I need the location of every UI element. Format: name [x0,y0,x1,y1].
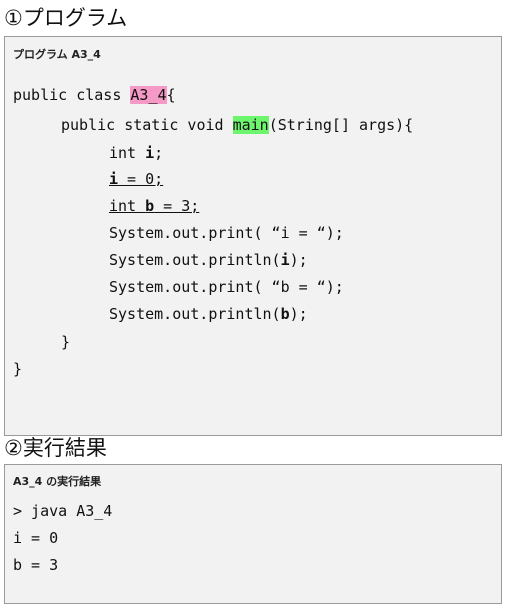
main-method-highlight: main [232,116,269,134]
output-line: > java A3_4 [13,502,113,520]
code-line-declare-b: int b = 3; [109,194,199,218]
output-line: i = 0 [13,529,59,547]
var-i: i [109,170,119,188]
program-box: プログラム A3_4 public class A3_4{ public sta… [4,36,502,436]
var-i: i [145,144,155,162]
result-box-title: A3_4 の実行結果 [13,475,102,488]
var-i: i [280,251,290,269]
program-heading: ①プログラム [4,6,128,30]
code-line-class: public class A3_4{ [13,83,176,107]
code-text: ; [154,144,164,162]
code-text: System.out.println( [109,305,281,323]
code-line-close-method: } [61,333,71,351]
code-keyword: public static void [61,116,233,134]
result-box: A3_4 の実行結果 > java A3_4 i = 0 b = 3 [4,464,502,604]
code-line-close-class: } [13,360,23,378]
code-keyword: public class [13,86,131,104]
code-line-println-b: System.out.println(b); [109,302,308,326]
code-text: = 0; [118,170,164,188]
code-line-println-i: System.out.println(i); [109,248,308,272]
class-name-highlight: A3_4 [130,86,167,104]
code-line-assign-i: i = 0; [109,167,163,191]
code-text: ); [289,305,308,323]
var-b: b [145,197,155,215]
var-b: b [280,305,290,323]
code-text: ); [289,251,308,269]
output-line: b = 3 [13,556,59,574]
code-line-print-i-label: System.out.print( “i = “); [109,224,344,242]
code-line-declare-i: int i; [109,141,163,165]
code-text: int [109,197,146,215]
code-text: int [109,144,146,162]
code-args: (String[] args){ [268,116,414,134]
code-text: System.out.println( [109,251,281,269]
code-line-print-b-label: System.out.print( “b = “); [109,278,344,296]
result-heading: ②実行結果 [4,436,107,460]
code-line-main: public static void main(String[] args){ [61,113,413,137]
code-brace: { [166,86,176,104]
code-text: = 3; [154,197,200,215]
program-box-title: プログラム A3_4 [13,48,101,61]
